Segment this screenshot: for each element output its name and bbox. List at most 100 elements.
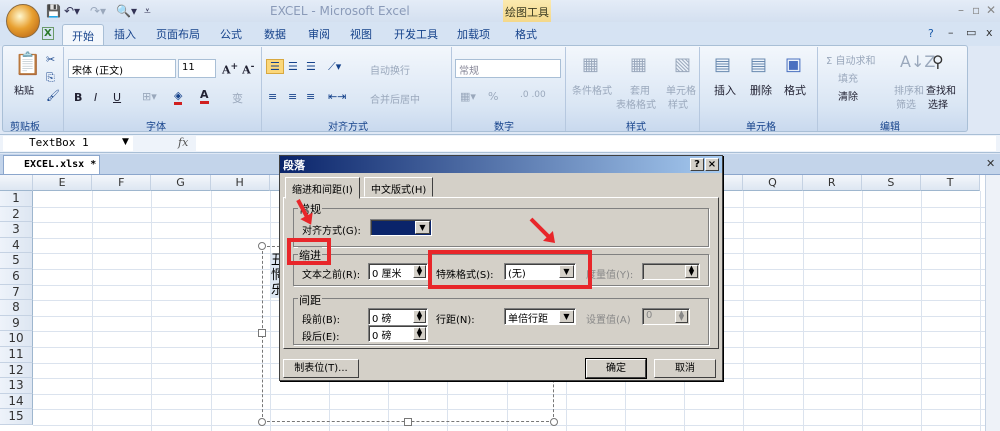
tab-indent-spacing[interactable]: 缩进和间距(I) — [285, 177, 360, 199]
column-header[interactable]: R — [802, 175, 862, 191]
line-spacing-select[interactable]: 单倍行距 ▼ — [504, 308, 576, 325]
align-left-icon[interactable]: ≡ — [268, 90, 277, 103]
row-header[interactable]: 15 — [0, 409, 33, 425]
insert-function-button[interactable]: fx — [178, 136, 188, 149]
cell-style-button[interactable]: 单元格 — [666, 82, 696, 97]
italic-button[interactable]: I — [94, 91, 97, 104]
insert-cells-button[interactable]: 插入 — [714, 82, 736, 98]
column-header[interactable]: Q — [743, 175, 803, 191]
row-header[interactable]: 6 — [0, 269, 33, 285]
align-top-icon[interactable]: ☰ — [266, 59, 284, 74]
merge-center-button[interactable]: 合并后居中 — [370, 91, 420, 106]
ribbon-restore-icon[interactable]: ▭ — [966, 26, 976, 39]
cancel-button[interactable]: 取消 — [654, 359, 716, 378]
font-size-select[interactable]: 11 — [178, 59, 216, 78]
percent-button[interactable]: % — [488, 90, 498, 103]
tab-format[interactable]: 格式 — [515, 26, 537, 42]
tab-formulas[interactable]: 公式 — [220, 26, 242, 42]
resize-handle[interactable] — [258, 418, 266, 426]
row-header[interactable]: 2 — [0, 206, 33, 223]
tab-review[interactable]: 审阅 — [308, 26, 330, 42]
close-icon[interactable]: ✕ — [986, 3, 996, 17]
print-preview-icon[interactable]: 🔍▾ — [116, 4, 137, 18]
resize-handle[interactable] — [258, 242, 266, 250]
tab-insert[interactable]: 插入 — [114, 26, 136, 42]
resize-handle[interactable] — [550, 418, 558, 426]
row-header[interactable]: 9 — [0, 315, 33, 332]
align-right-icon[interactable]: ≡ — [306, 90, 315, 103]
maximize-icon[interactable]: ▫ — [972, 3, 980, 17]
currency-icon[interactable]: ▦▾ — [460, 90, 476, 103]
column-header[interactable]: H — [210, 175, 270, 191]
autosum-button[interactable]: Σ 自动求和 — [826, 52, 876, 67]
vertical-scrollbar[interactable] — [985, 175, 1000, 431]
save-icon[interactable]: 💾 — [46, 4, 61, 18]
workbook-close-icon[interactable]: ✕ — [986, 157, 995, 170]
before-text-input[interactable]: 0 厘米 ▲ ▼ — [368, 263, 428, 280]
tab-view[interactable]: 视图 — [350, 26, 372, 42]
column-header[interactable]: E — [33, 175, 93, 191]
space-before-input[interactable]: 0 磅 ▲ ▼ — [368, 308, 428, 325]
column-header[interactable]: G — [151, 175, 211, 191]
row-header[interactable]: 10 — [0, 331, 33, 347]
phonetic-button[interactable]: 变 — [232, 90, 243, 106]
underline-button[interactable]: U — [113, 91, 121, 104]
copy-icon[interactable]: ⎘ — [46, 71, 55, 85]
paste-button[interactable]: 粘贴 — [14, 82, 34, 97]
align-middle-icon[interactable]: ☰ — [288, 60, 298, 73]
tab-home[interactable]: 开始 — [62, 24, 104, 46]
row-header[interactable]: 5 — [0, 253, 33, 269]
font-name-select[interactable]: 宋体 (正文) — [68, 59, 176, 78]
indent-icon[interactable]: ⇤⇥ — [328, 90, 346, 103]
formula-input[interactable] — [196, 136, 996, 151]
name-box-dropdown-icon[interactable]: ▼ — [122, 137, 129, 147]
tabs-button[interactable]: 制表位(T)... — [283, 359, 359, 378]
resize-handle[interactable] — [258, 329, 266, 337]
select-all-corner[interactable] — [0, 175, 33, 191]
format-painter-icon[interactable]: 🖌 — [46, 89, 60, 102]
help-button[interactable]: ? — [690, 158, 704, 171]
format-cells-button[interactable]: 格式 — [784, 82, 806, 98]
tab-data[interactable]: 数据 — [264, 26, 286, 42]
row-header[interactable]: 1 — [0, 191, 33, 207]
align-bottom-icon[interactable]: ☰ — [306, 60, 316, 73]
delete-cells-button[interactable]: 删除 — [750, 82, 772, 98]
alignment-select[interactable]: ▼ — [370, 219, 432, 236]
spinner[interactable]: ▲ ▼ — [413, 265, 426, 278]
border-icon[interactable]: ⊞▾ — [142, 90, 157, 103]
column-header[interactable]: T — [921, 175, 981, 191]
tab-developer[interactable]: 开发工具 — [394, 26, 438, 42]
space-after-input[interactable]: 0 磅 ▲ ▼ — [368, 325, 428, 342]
ribbon-minimize-icon[interactable]: – — [948, 26, 954, 39]
fill-color-icon[interactable]: ◈ — [174, 89, 183, 105]
bold-button[interactable]: B — [74, 91, 82, 104]
redo-icon[interactable]: ↷▾ — [90, 4, 106, 18]
row-header[interactable]: 4 — [0, 237, 33, 254]
font-color-icon[interactable]: A — [200, 88, 209, 104]
row-header[interactable]: 13 — [0, 378, 33, 394]
undo-icon[interactable]: ↶▾ — [64, 4, 80, 18]
sort-filter-button[interactable]: 排序和 — [894, 82, 924, 97]
dialog-close-button[interactable]: × — [705, 158, 719, 171]
customize-qat-icon[interactable]: ⩡ — [144, 4, 151, 19]
resize-handle[interactable] — [404, 418, 412, 426]
row-header[interactable]: 12 — [0, 362, 33, 379]
tab-chinese-typography[interactable]: 中文版式(H) — [364, 177, 434, 197]
column-header[interactable]: F — [92, 175, 152, 191]
workbook-tab[interactable]: EXCEL.xlsx * — [3, 155, 100, 175]
find-select-button[interactable]: 查找和 — [926, 82, 956, 97]
cut-icon[interactable]: ✂ — [46, 53, 55, 66]
table-format-button[interactable]: 套用 — [630, 82, 650, 97]
column-header[interactable]: S — [861, 175, 921, 191]
minimize-icon[interactable]: – — [958, 3, 964, 17]
row-header[interactable]: 7 — [0, 284, 33, 301]
name-box[interactable]: TextBox 1 — [3, 136, 133, 151]
align-center-icon[interactable]: ≡ — [288, 90, 297, 103]
conditional-format-button[interactable]: 条件格式 — [572, 82, 612, 97]
orientation-icon[interactable]: ⟋▾ — [328, 60, 341, 74]
row-header[interactable]: 8 — [0, 300, 33, 316]
row-header[interactable]: 14 — [0, 393, 33, 410]
office-button[interactable] — [6, 4, 40, 38]
decimal-icon[interactable]: .0 .00 — [520, 90, 546, 100]
wrap-text-button[interactable]: 自动换行 — [370, 62, 410, 77]
